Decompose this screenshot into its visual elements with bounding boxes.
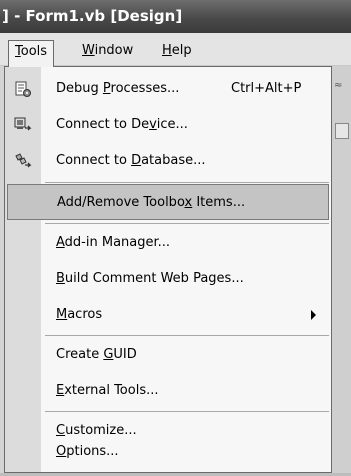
- menu-bar: Tools Window Help: [0, 33, 351, 67]
- menu-separator: [45, 182, 329, 183]
- menu-item-label: Build Comment Web Pages...: [56, 271, 244, 286]
- window-title-bar: ] - Form1.vb [Design]: [0, 0, 351, 33]
- menu-item-label: Connect to Database...: [56, 153, 206, 168]
- connect-database-icon: [15, 153, 32, 168]
- menu-item-debug-processes[interactable]: Debug Processes... Ctrl+Alt+P: [5, 71, 331, 107]
- menu-tools[interactable]: Tools: [8, 40, 55, 67]
- menu-item-add-in-manager[interactable]: Add-in Manager...: [5, 225, 331, 261]
- menu-item-label: Add-in Manager...: [56, 235, 171, 250]
- menu-item-create-guid[interactable]: Create GUID: [5, 337, 331, 373]
- menu-item-label: Options...: [56, 444, 119, 459]
- menu-separator: [45, 223, 329, 224]
- menu-item-label: Create GUID: [56, 347, 137, 362]
- menu-item-external-tools[interactable]: External Tools...: [5, 373, 331, 409]
- connect-device-icon: [14, 117, 32, 131]
- menu-separator: [45, 335, 329, 336]
- menu-item-label: External Tools...: [56, 383, 159, 398]
- menu-item-options[interactable]: Options...: [5, 434, 331, 470]
- window-title: ] - Form1.vb [Design]: [2, 7, 183, 25]
- toolbar-button-icon: [335, 123, 349, 139]
- menu-item-add-remove-toolbox-items[interactable]: Add/Remove Toolbox Items...: [7, 184, 329, 220]
- menu-item-connect-device[interactable]: Connect to Device...: [5, 107, 331, 143]
- toolbar-glyph-icon: ≈: [334, 80, 343, 91]
- tools-dropdown-menu: Debug Processes... Ctrl+Alt+P Connect to…: [4, 66, 332, 473]
- menu-item-macros[interactable]: Macros: [5, 297, 331, 333]
- menu-item-label: Add/Remove Toolbox Items...: [57, 195, 246, 210]
- menu-item-label: Macros: [56, 307, 103, 322]
- menu-separator: [45, 411, 329, 412]
- debug-processes-icon: [15, 81, 31, 97]
- menu-item-connect-database[interactable]: Connect to Database...: [5, 143, 331, 179]
- menu-item-shortcut: Ctrl+Alt+P: [231, 81, 302, 96]
- menu-item-build-comment-web-pages[interactable]: Build Comment Web Pages...: [5, 261, 331, 297]
- submenu-arrow-icon: [311, 310, 316, 320]
- menu-item-label: Debug Processes...: [56, 81, 180, 96]
- menu-window[interactable]: Window: [76, 40, 139, 62]
- menu-help[interactable]: Help: [156, 40, 198, 62]
- menu-item-label: Connect to Device...: [56, 117, 188, 132]
